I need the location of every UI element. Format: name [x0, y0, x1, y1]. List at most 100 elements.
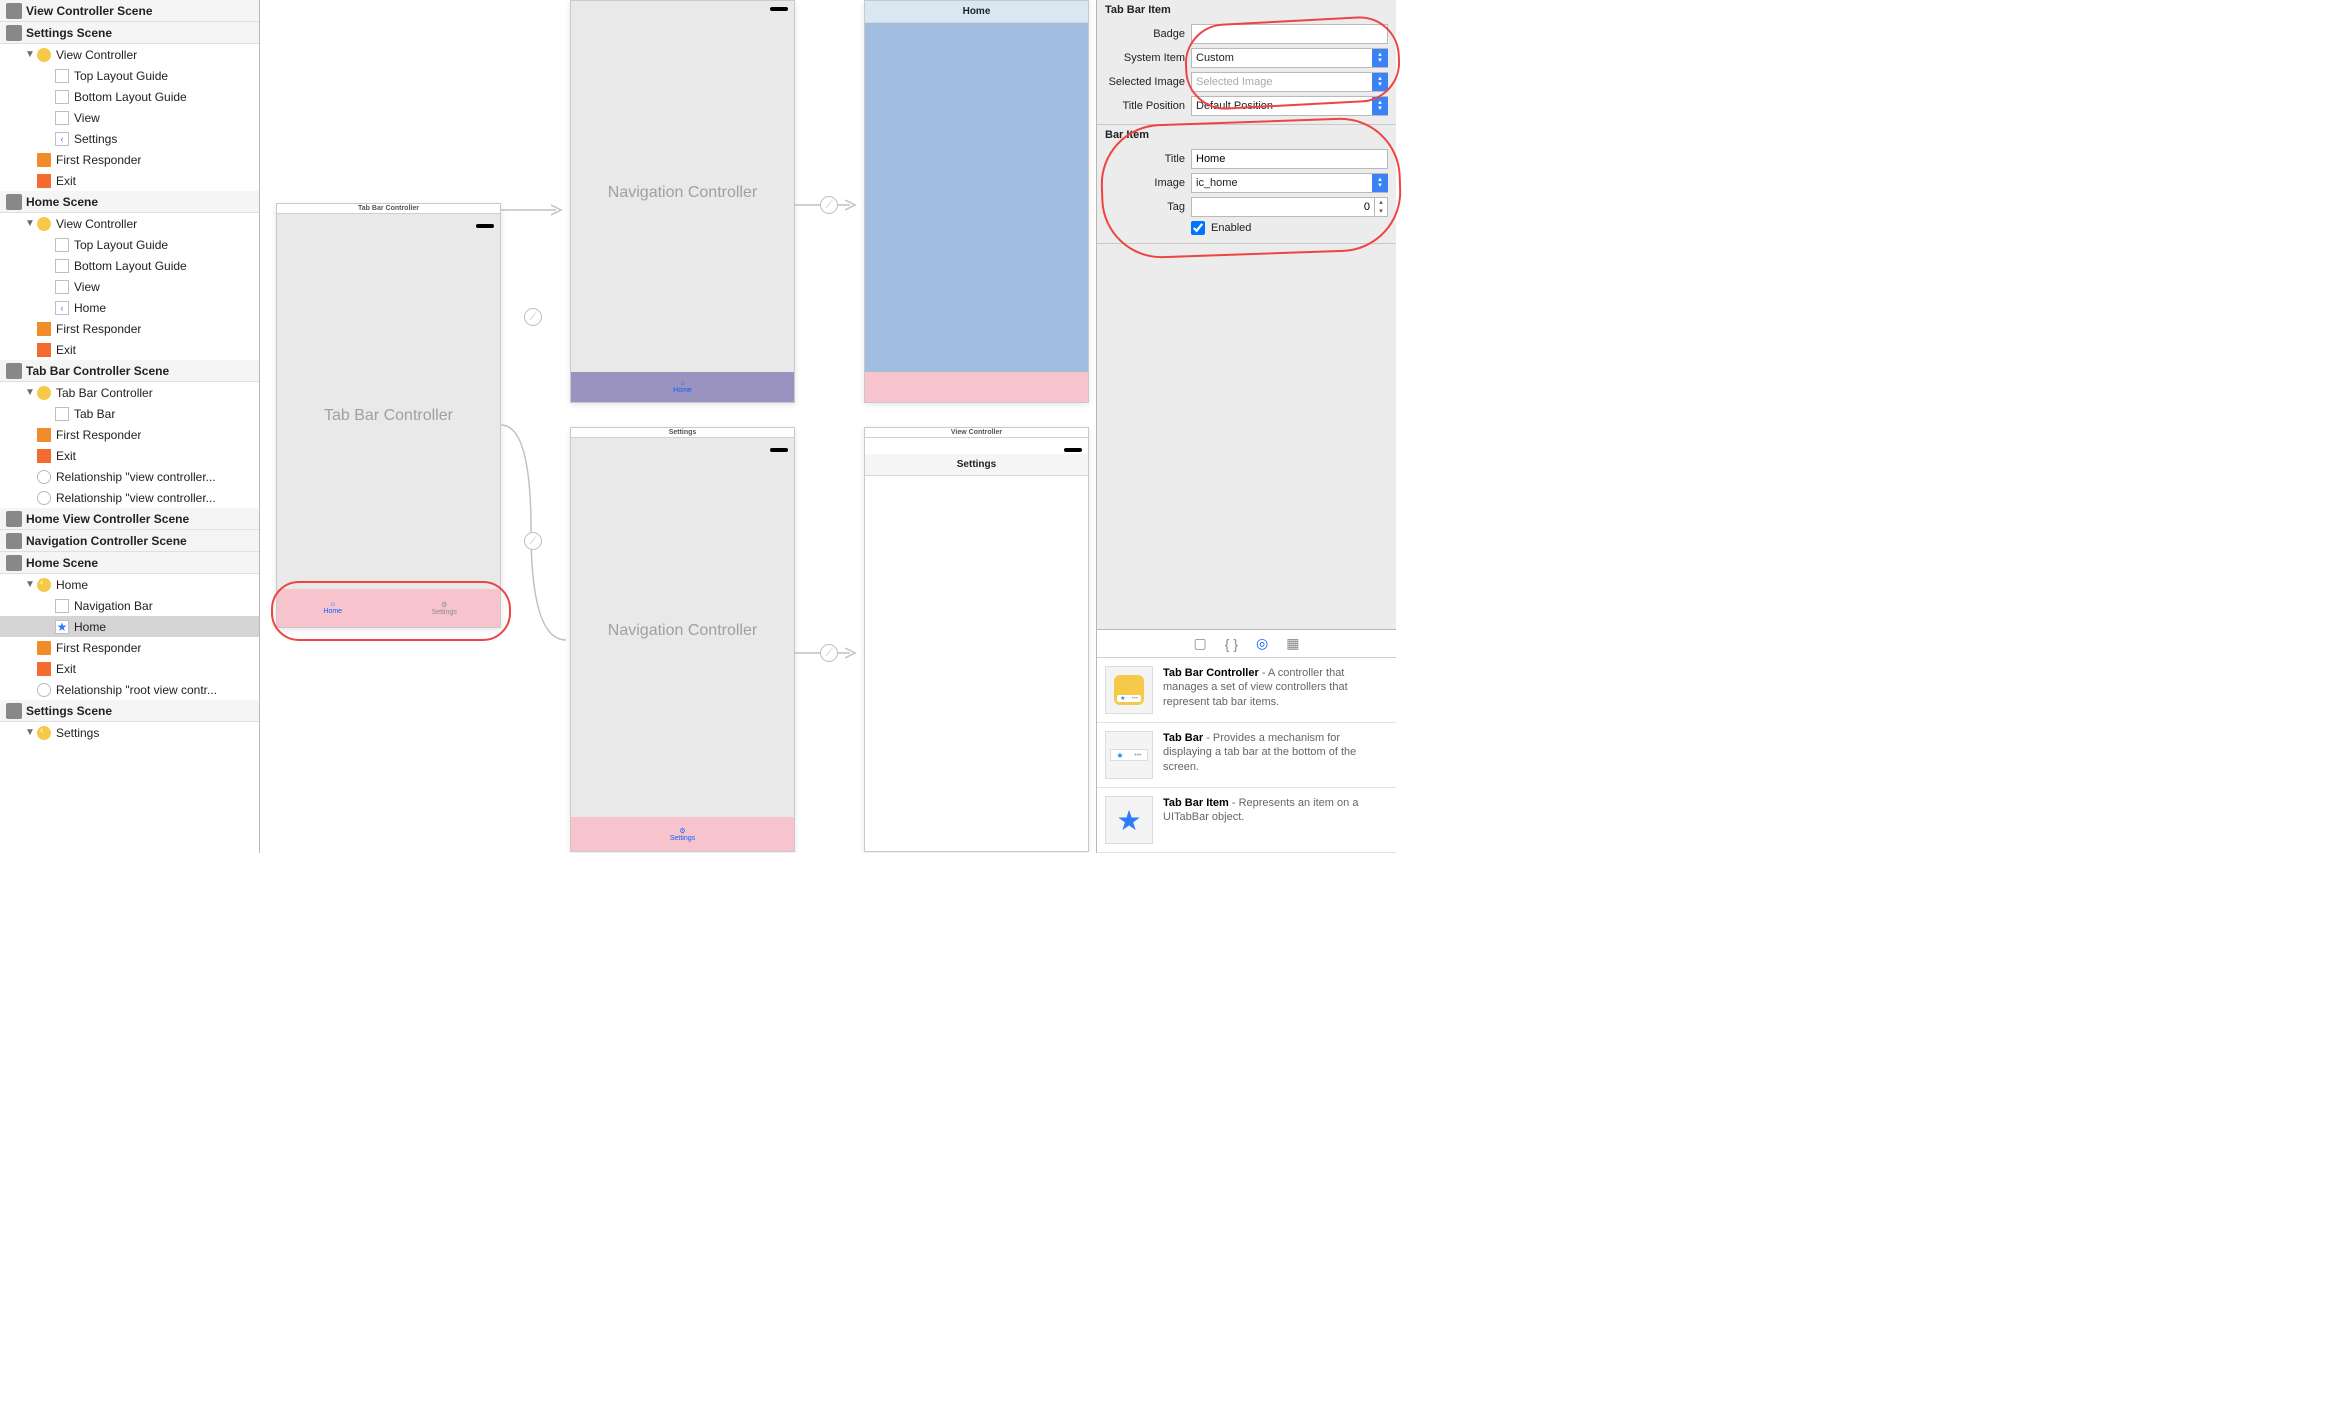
- outline-row[interactable]: View: [0, 276, 259, 297]
- navigation-controller-settings-scene[interactable]: Settings Navigation Controller ⚙ Setting…: [570, 427, 795, 852]
- outline-row[interactable]: Bottom Layout Guide: [0, 255, 259, 276]
- tag-field[interactable]: [1191, 197, 1375, 217]
- outline-row[interactable]: First Responder: [0, 424, 259, 445]
- outline-row[interactable]: ▼Tab Bar Controller: [0, 382, 259, 403]
- document-outline[interactable]: View Controller SceneSettings Scene▼View…: [0, 0, 260, 853]
- outline-scene-header[interactable]: Navigation Controller Scene: [0, 530, 259, 552]
- outline-row[interactable]: View: [0, 107, 259, 128]
- outline-row[interactable]: First Responder: [0, 318, 259, 339]
- selected-image-select[interactable]: Selected Image: [1191, 72, 1388, 92]
- navigation-controller-home-scene[interactable]: Navigation Controller ⌂ Home: [570, 0, 795, 403]
- outline-row[interactable]: Relationship "view controller...: [0, 487, 259, 508]
- item-icon: [36, 385, 52, 401]
- outline-row[interactable]: Top Layout Guide: [0, 234, 259, 255]
- system-item-select[interactable]: Custom: [1191, 48, 1388, 68]
- outline-scene-header[interactable]: View Controller Scene: [0, 0, 259, 22]
- item-label: Top Layout Guide: [74, 69, 168, 83]
- outline-row[interactable]: ▼‹Settings: [0, 722, 259, 743]
- media-library-tab-icon[interactable]: ▦: [1286, 635, 1299, 652]
- item-label: Bottom Layout Guide: [74, 259, 187, 273]
- outline-row[interactable]: ‹Home: [0, 297, 259, 318]
- outline-row[interactable]: Exit: [0, 658, 259, 679]
- outline-row[interactable]: Top Layout Guide: [0, 65, 259, 86]
- image-label: Image: [1105, 177, 1191, 189]
- item-label: Bottom Layout Guide: [74, 90, 187, 104]
- item-icon: [36, 216, 52, 232]
- badge-field[interactable]: [1191, 24, 1388, 44]
- outline-row[interactable]: Relationship "view controller...: [0, 466, 259, 487]
- file-template-tab-icon[interactable]: ▢: [1194, 635, 1207, 652]
- attributes-inspector[interactable]: Tab Bar Item Badge System Item Custom Se…: [1096, 0, 1396, 853]
- outline-row[interactable]: First Responder: [0, 149, 259, 170]
- outline-scene-header[interactable]: Home Scene: [0, 191, 259, 213]
- status-bar-icon: [1064, 448, 1082, 452]
- object-library-tab-icon[interactable]: ◎: [1256, 635, 1268, 652]
- outline-scene-header[interactable]: Settings Scene: [0, 22, 259, 44]
- outline-row[interactable]: Bottom Layout Guide: [0, 86, 259, 107]
- item-icon: ‹: [36, 577, 52, 593]
- item-icon: [36, 152, 52, 168]
- storyboard-icon: [6, 3, 22, 19]
- outline-row[interactable]: Exit: [0, 170, 259, 191]
- outline-row[interactable]: ★Home: [0, 616, 259, 637]
- disclosure-icon[interactable]: ▼: [24, 579, 36, 590]
- item-icon: [36, 173, 52, 189]
- scene-title: Settings Scene: [26, 26, 112, 40]
- title-position-select[interactable]: Default Position: [1191, 96, 1388, 116]
- home-view-controller-scene[interactable]: Home: [864, 0, 1089, 403]
- tab-settings[interactable]: ⚙ Settings: [389, 589, 501, 627]
- library-tabs[interactable]: ▢ { } ◎ ▦: [1097, 630, 1396, 658]
- disclosure-icon[interactable]: ▼: [24, 727, 36, 738]
- code-snippet-tab-icon[interactable]: { }: [1225, 636, 1238, 652]
- segue-badge[interactable]: ⟋: [524, 308, 542, 326]
- gear-icon: ⚙: [441, 601, 447, 609]
- tab-home[interactable]: ⌂ Home: [277, 589, 389, 627]
- outline-row[interactable]: ▼‹Home: [0, 574, 259, 595]
- select-placeholder: Selected Image: [1196, 76, 1272, 88]
- outline-row[interactable]: Relationship "root view contr...: [0, 679, 259, 700]
- tag-stepper[interactable]: ▴▾: [1374, 197, 1388, 217]
- tab-bar-controller-scene[interactable]: Tab Bar Controller Tab Bar Controller ⌂ …: [276, 203, 501, 628]
- disclosure-icon[interactable]: ▼: [24, 218, 36, 229]
- disclosure-icon[interactable]: ▼: [24, 49, 36, 60]
- settings-view-controller-scene[interactable]: View Controller Settings: [864, 427, 1089, 852]
- segue-badge[interactable]: ⟋: [820, 644, 838, 662]
- nav-bar: Home: [865, 1, 1088, 23]
- outline-scene-header[interactable]: Tab Bar Controller Scene: [0, 360, 259, 382]
- scene-title: View Controller Scene: [26, 4, 153, 18]
- outline-row[interactable]: Navigation Bar: [0, 595, 259, 616]
- outline-scene-header[interactable]: Settings Scene: [0, 700, 259, 722]
- outline-row[interactable]: ‹Settings: [0, 128, 259, 149]
- tab-bar[interactable]: ⌂ Home ⚙ Settings: [277, 589, 500, 627]
- bar-item-section: Bar Item Title Image ic_home Tag ▴▾ Enab…: [1097, 125, 1396, 244]
- outline-row[interactable]: Exit: [0, 445, 259, 466]
- tab-bar-controller-label: Tab Bar Controller: [277, 407, 500, 425]
- item-icon: [36, 427, 52, 443]
- tab-label: Settings: [670, 835, 695, 842]
- outline-row[interactable]: Tab Bar: [0, 403, 259, 424]
- tab-home: ⌂ Home: [571, 372, 794, 402]
- segue-badge[interactable]: ⟋: [820, 196, 838, 214]
- library-item[interactable]: ★Tab Bar Item - Represents an item on a …: [1097, 788, 1396, 853]
- title-field[interactable]: [1191, 149, 1388, 169]
- enabled-checkbox[interactable]: [1191, 221, 1205, 235]
- storyboard-canvas[interactable]: Tab Bar Controller Tab Bar Controller ⌂ …: [260, 0, 1096, 853]
- outline-row[interactable]: ▼View Controller: [0, 44, 259, 65]
- outline-row[interactable]: ▼View Controller: [0, 213, 259, 234]
- segue-badge[interactable]: ⟋: [524, 532, 542, 550]
- library-item[interactable]: ★•••Tab Bar - Provides a mechanism for d…: [1097, 723, 1396, 788]
- tab-label: Settings: [432, 609, 457, 616]
- outline-row[interactable]: First Responder: [0, 637, 259, 658]
- object-library[interactable]: ▢ { } ◎ ▦ ★•••Tab Bar Controller - A con…: [1097, 629, 1396, 853]
- disclosure-icon[interactable]: ▼: [24, 387, 36, 398]
- item-icon: [54, 89, 70, 105]
- outline-scene-header[interactable]: Home Scene: [0, 552, 259, 574]
- library-item[interactable]: ★•••Tab Bar Controller - A controller th…: [1097, 658, 1396, 723]
- outline-scene-header[interactable]: Home View Controller Scene: [0, 508, 259, 530]
- item-icon: [36, 469, 52, 485]
- image-select[interactable]: ic_home: [1191, 173, 1388, 193]
- scene-title: Home View Controller Scene: [26, 512, 189, 526]
- stepper-arrows-icon: [1372, 49, 1388, 67]
- outline-row[interactable]: Exit: [0, 339, 259, 360]
- nav-title: Settings: [865, 454, 1088, 476]
